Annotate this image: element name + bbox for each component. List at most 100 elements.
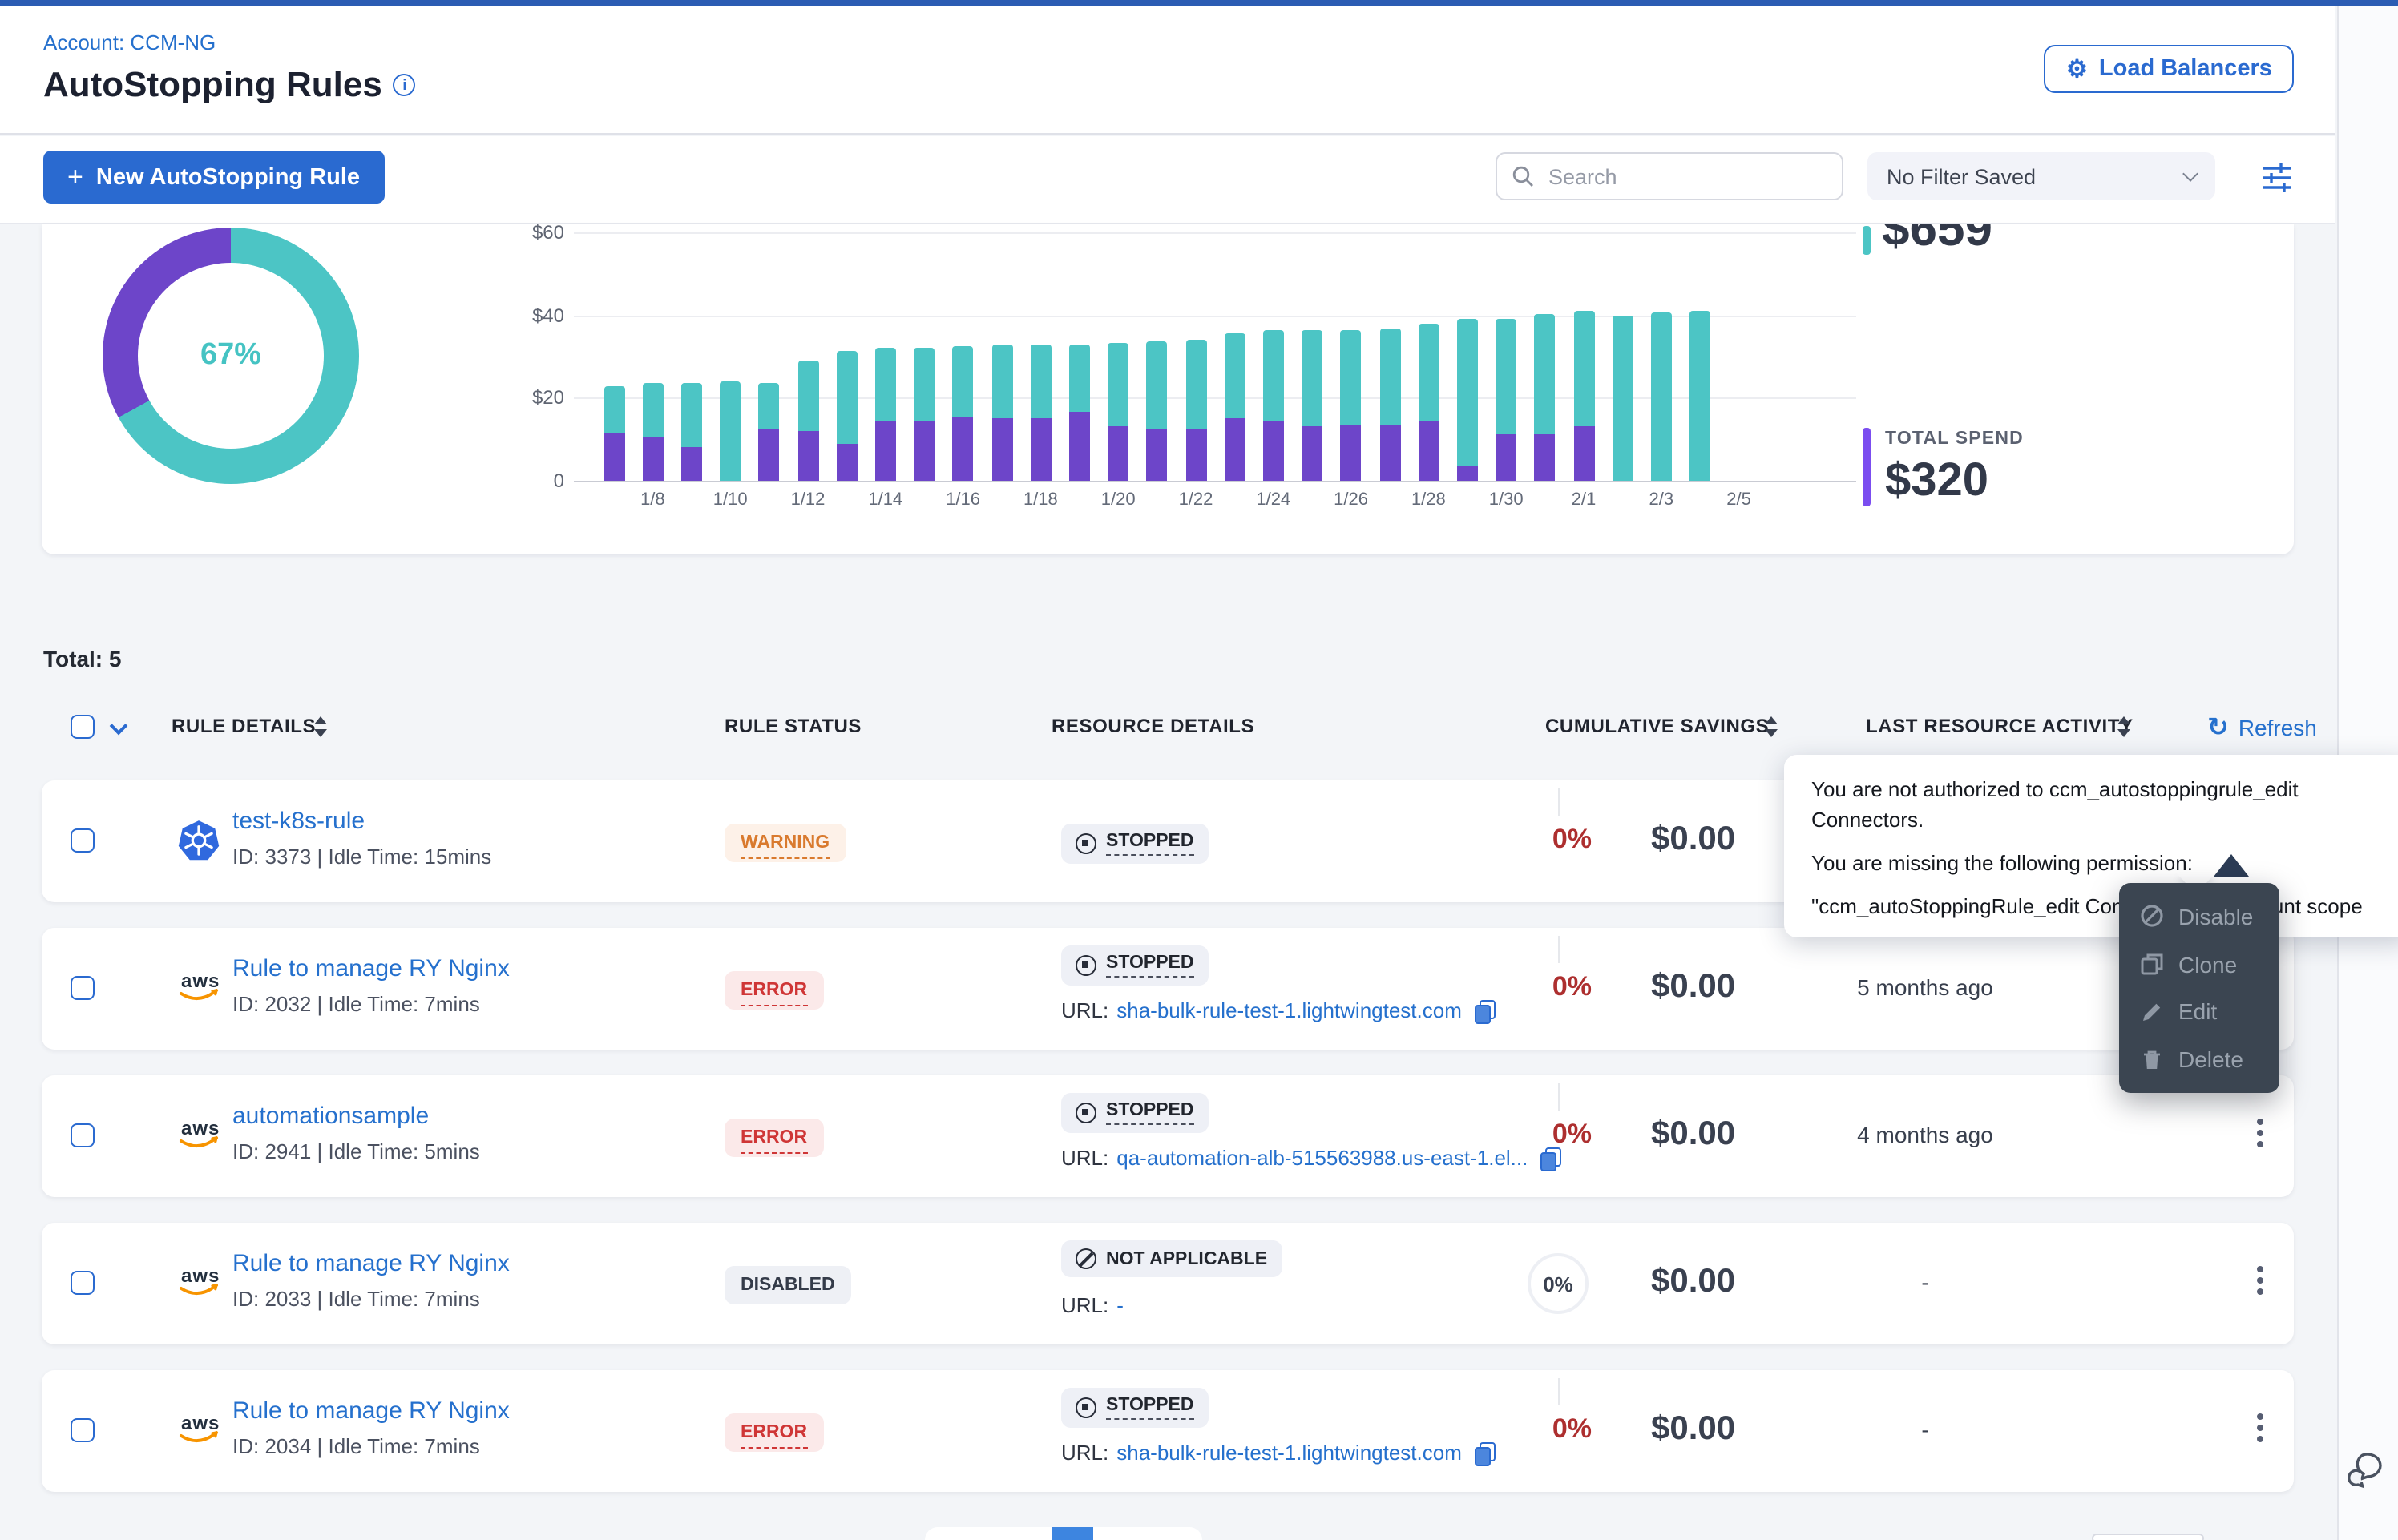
refresh-button[interactable]: ↻ Refresh <box>2207 712 2317 744</box>
resource-state-badge[interactable]: STOPPED <box>1061 945 1209 986</box>
bar-savings-2/4 <box>1690 311 1710 481</box>
page-title: AutoStopping Rulesi <box>43 64 416 106</box>
x-axis-tick-label: 1/22 <box>1161 490 1231 510</box>
bar-spend-1/17 <box>991 417 1012 481</box>
column-header-rule-details[interactable]: RULE DETAILS <box>172 715 316 737</box>
rule-name-link[interactable]: Rule to manage RY Nginx <box>232 955 510 982</box>
row-checkbox[interactable] <box>71 1271 95 1295</box>
account-breadcrumb[interactable]: Account: CCM-NG <box>43 30 216 54</box>
column-header-cumulative-savings[interactable]: CUMULATIVE SAVINGS <box>1545 715 1769 737</box>
sort-icon[interactable] <box>2117 716 2130 737</box>
resource-url-link[interactable]: - <box>1116 1293 1124 1317</box>
aws-icon: aws <box>176 1409 221 1453</box>
sort-icon[interactable] <box>314 716 327 737</box>
resource-url-link[interactable]: qa-automation-alb-515563988.us-east-1.el… <box>1116 1146 1528 1170</box>
bar-spend-1/11 <box>759 429 780 481</box>
saved-filter-dropdown[interactable]: No Filter Saved <box>1867 152 2215 200</box>
rule-meta: ID: 2032 | Idle Time: 7mins <box>232 992 480 1016</box>
aws-icon: aws <box>176 1261 221 1306</box>
bar-spend-1/14 <box>875 421 896 481</box>
pagination-active-page[interactable] <box>1052 1527 1093 1540</box>
stopped-icon <box>1076 833 1096 854</box>
savings-amount: $0.00 <box>1651 1263 1735 1301</box>
kebab-menu-button[interactable] <box>2244 1266 2276 1301</box>
resource-state-badge[interactable]: STOPPED <box>1061 824 1209 864</box>
bar-spend-1/15 <box>914 421 935 481</box>
chat-bubbles-icon[interactable] <box>2347 1445 2392 1498</box>
bar-savings-1/26 <box>1341 329 1362 425</box>
bar-savings-2/3 <box>1651 312 1672 481</box>
kebab-menu-button[interactable] <box>2244 1413 2276 1449</box>
bar-spend-1/28 <box>1418 421 1439 481</box>
status-badge[interactable]: ERROR <box>725 1413 823 1452</box>
x-axis-tick-label: 1/28 <box>1393 490 1463 510</box>
sort-icon[interactable] <box>1765 716 1778 737</box>
plus-icon: + <box>67 161 83 193</box>
tooltip-line: "ccm_autoStoppingRule_edit Connectors" i… <box>1811 892 2385 922</box>
search-input[interactable] <box>1545 163 1802 190</box>
row-checkbox[interactable] <box>71 1418 95 1442</box>
menu-item-delete[interactable]: Delete <box>2119 1036 2279 1084</box>
select-menu-chevron-icon[interactable] <box>110 717 128 736</box>
rule-name-link[interactable]: Rule to manage RY Nginx <box>232 1397 510 1425</box>
bar-savings-1/9 <box>681 384 702 448</box>
bar-spend-1/16 <box>953 417 974 481</box>
savings-amount: $0.00 <box>1651 968 1735 1006</box>
edit-icon <box>2140 1000 2164 1024</box>
rule-name-link[interactable]: test-k8s-rule <box>232 808 365 835</box>
resource-state-badge[interactable]: STOPPED <box>1061 1388 1209 1428</box>
page-header: Account: CCM-NG AutoStopping Rulesi ⚙ Lo… <box>0 6 2335 135</box>
savings-tick <box>1558 936 1560 963</box>
load-balancers-button[interactable]: ⚙ Load Balancers <box>2044 45 2295 93</box>
not-applicable-icon <box>1076 1248 1096 1269</box>
row-checkbox[interactable] <box>71 828 95 853</box>
select-all-checkbox[interactable] <box>71 715 95 739</box>
x-axis-tick-label: 1/16 <box>928 490 999 510</box>
resource-state-badge[interactable]: NOT APPLICABLE <box>1061 1240 1282 1277</box>
permission-tooltip: You are not authorized to ccm_autostoppi… <box>1784 755 2398 938</box>
column-header-last-resource-activity[interactable]: LAST RESOURCE ACTIVITY <box>1866 715 2134 737</box>
autostopping-rules-page: Account: CCM-NG AutoStopping Rulesi ⚙ Lo… <box>0 0 2398 1540</box>
rule-name-link[interactable]: Rule to manage RY Nginx <box>232 1250 510 1277</box>
y-axis-tick-label: 0 <box>490 470 564 492</box>
new-autostopping-rule-button[interactable]: + New AutoStopping Rule <box>43 151 384 204</box>
bar-savings-1/24 <box>1263 329 1284 421</box>
status-badge[interactable]: ERROR <box>725 1119 823 1157</box>
bottom-button[interactable] <box>2092 1534 2204 1540</box>
summary-chart-card: 67% $659 TOTAL SPEND $320 $60$40$2001/81… <box>42 224 2294 554</box>
x-axis-tick-label: 1/26 <box>1316 490 1387 510</box>
bar-spend-1/9 <box>681 448 702 481</box>
savings-donut-chart: 67% <box>103 228 359 484</box>
x-axis-tick-label: 1/24 <box>1238 490 1309 510</box>
bar-savings-1/15 <box>914 348 935 421</box>
menu-item-disable[interactable]: Disable <box>2119 893 2279 941</box>
savings-percent: 0% <box>1486 1413 1592 1445</box>
bar-spend-1/12 <box>797 431 818 481</box>
bar-spend-1/20 <box>1108 427 1128 481</box>
row-checkbox[interactable] <box>71 976 95 1000</box>
resource-url-link[interactable]: sha-bulk-rule-test-1.lightwingtest.com <box>1116 998 1462 1022</box>
resource-url-link[interactable]: sha-bulk-rule-test-1.lightwingtest.com <box>1116 1441 1462 1465</box>
menu-item-edit[interactable]: Edit <box>2119 988 2279 1036</box>
status-badge[interactable]: WARNING <box>725 824 846 862</box>
aws-icon: aws <box>176 966 221 1011</box>
bar-savings-1/19 <box>1069 344 1090 412</box>
kebab-menu-button[interactable] <box>2244 1119 2276 1154</box>
row-checkbox[interactable] <box>71 1123 95 1147</box>
menu-item-clone[interactable]: Clone <box>2119 941 2279 989</box>
filter-panel-icon[interactable] <box>2260 160 2294 202</box>
info-icon[interactable]: i <box>394 74 416 96</box>
bar-spend-1/23 <box>1224 417 1245 481</box>
delete-icon <box>2140 1047 2164 1071</box>
bar-savings-1/14 <box>875 349 896 421</box>
bar-savings-1/13 <box>836 350 857 443</box>
resource-state-badge[interactable]: STOPPED <box>1061 1093 1209 1133</box>
rule-name-link[interactable]: automationsample <box>232 1103 429 1130</box>
status-badge[interactable]: ERROR <box>725 971 823 1010</box>
bar-spend-2/1 <box>1573 425 1594 481</box>
status-badge[interactable]: DISABLED <box>725 1266 851 1304</box>
last-activity: 5 months ago <box>1789 974 2061 1000</box>
savings-tick <box>1558 1083 1560 1111</box>
bar-savings-1/28 <box>1418 323 1439 421</box>
donut-center-label: 67% <box>200 338 261 373</box>
